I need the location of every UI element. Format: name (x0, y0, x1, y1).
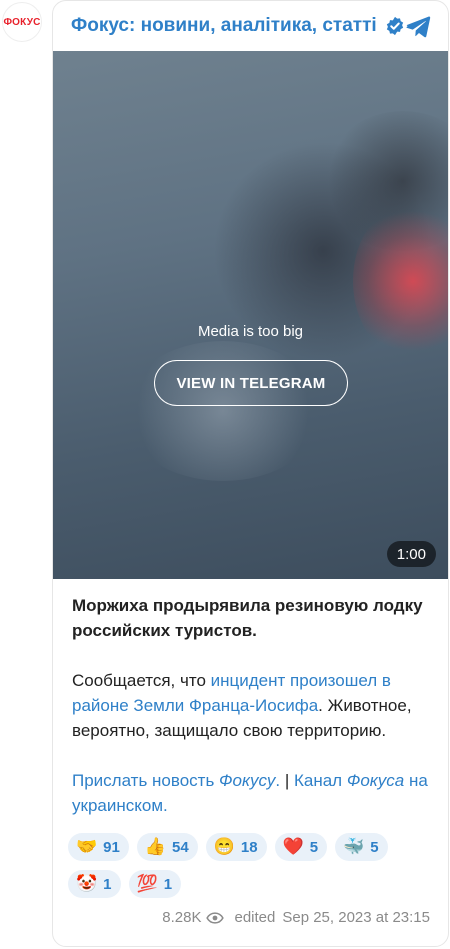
video-preview[interactable]: Media is too big VIEW IN TELEGRAM 1:00 (53, 51, 448, 579)
reaction-grin[interactable]: 😁 18 (205, 833, 267, 861)
verified-badge-icon (386, 16, 403, 36)
links-separator: | (280, 771, 294, 790)
post-links: Прислать новость Фокусу. | Канал Фокуса … (72, 768, 428, 818)
post-paragraph: Сообщается, что инцидент произошел в рай… (72, 668, 428, 743)
channel-avatar[interactable]: ФОКУС (2, 2, 42, 42)
whale-icon: 🐳 (343, 837, 365, 856)
reaction-hundred[interactable]: 💯 1 (128, 870, 182, 898)
send-news-link[interactable]: Прислать новость Фокусу. (72, 771, 280, 790)
reaction-clown[interactable]: 🤡 1 (68, 870, 121, 898)
telegram-logo-icon[interactable] (405, 13, 431, 39)
handshake-icon: 🤝 (76, 837, 98, 856)
avatar-text: ФОКУС (3, 16, 41, 28)
grinning-face-icon: 😁 (213, 837, 235, 856)
hundred-points-icon: 💯 (136, 874, 158, 893)
view-count: 8.28K (162, 909, 202, 926)
reaction-count: 1 (163, 875, 173, 893)
reaction-count: 1 (103, 875, 112, 893)
thumbs-up-icon: 👍 (144, 837, 167, 856)
video-duration-badge: 1:00 (386, 541, 436, 567)
ukrainian-channel-link-text: Канал (293, 771, 347, 790)
post-datetime-link[interactable]: Sep 25, 2023 at 23:15 (282, 909, 430, 926)
send-news-link-text: Прислать новость (72, 771, 220, 790)
reactions-bar: 🤝 91 👍 54 😁 18 ❤️ 5 🐳 5 🤡 1 💯 1 (53, 833, 413, 907)
channel-name-link[interactable]: Фокус: новини, аналітика, статті (71, 15, 377, 37)
post-header: Фокус: новини, аналітика, статті (53, 1, 448, 51)
media-too-big-message: Media is too big (197, 323, 304, 340)
view-in-telegram-button[interactable]: VIEW IN TELEGRAM (154, 360, 348, 406)
send-news-link-italic: Фокусу (219, 771, 276, 790)
post-text: Моржиха продырявила резиновую лодку росс… (53, 579, 448, 818)
reaction-count: 54 (172, 838, 189, 856)
reaction-heart[interactable]: ❤️ 5 (274, 833, 328, 861)
reaction-count: 5 (309, 838, 319, 856)
reaction-count: 18 (240, 838, 258, 856)
eye-icon (206, 911, 225, 924)
ukrainian-channel-link-italic: Фокуса (346, 771, 405, 790)
reaction-whale[interactable]: 🐳 5 (335, 833, 388, 861)
reaction-thumbs-up[interactable]: 👍 54 (136, 833, 198, 861)
reaction-handshake[interactable]: 🤝 91 (68, 833, 129, 861)
reaction-count: 5 (370, 838, 379, 856)
reaction-count: 91 (103, 838, 120, 856)
edited-label: edited (234, 909, 276, 926)
paragraph-text: Сообщается, что (72, 671, 211, 690)
clown-face-icon: 🤡 (76, 874, 98, 893)
heart-icon: ❤️ (282, 837, 304, 856)
post-footer: 8.28K edited Sep 25, 2023 at 23:15 (162, 909, 430, 926)
post-title: Моржиха продырявила резиновую лодку росс… (72, 596, 423, 640)
post-card: Фокус: новини, аналітика, статті Media i… (52, 0, 449, 947)
